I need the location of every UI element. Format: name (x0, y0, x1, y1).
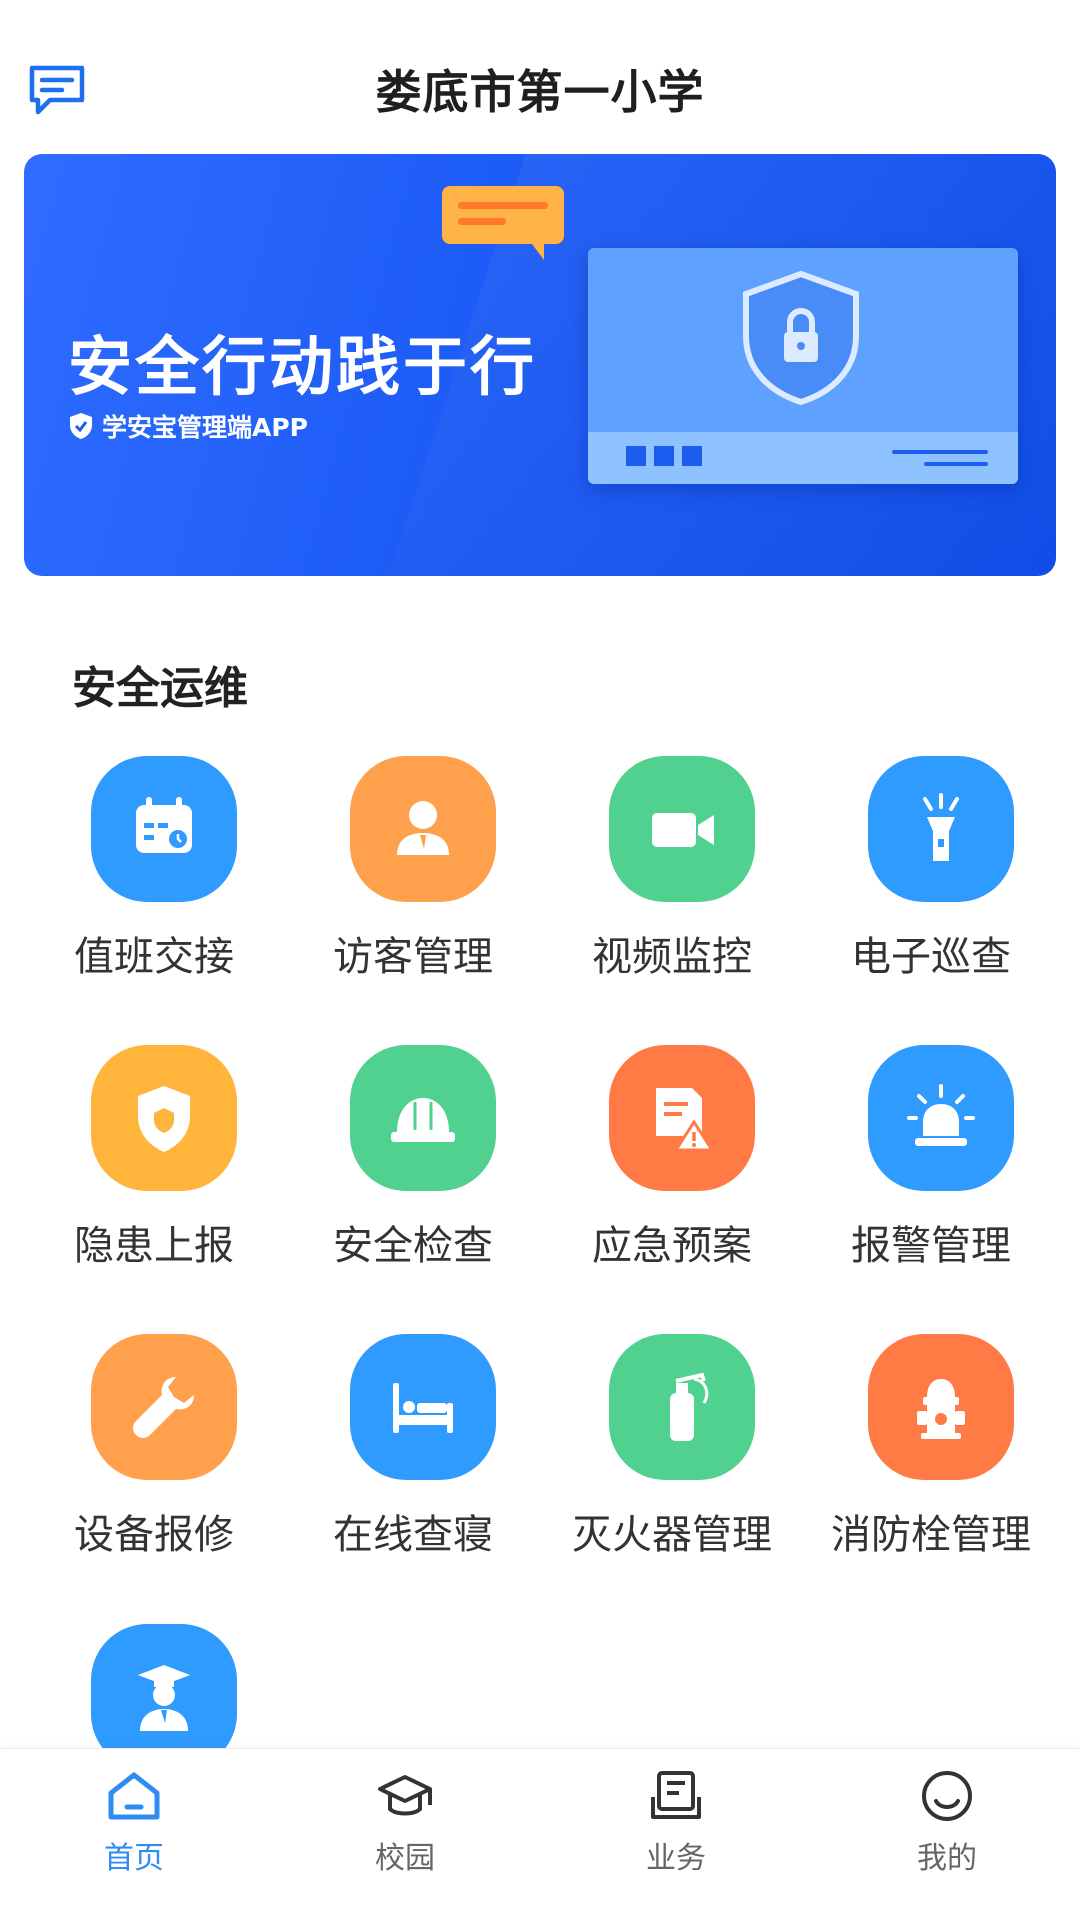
grid-item-label: 消防栓管理 (831, 1512, 1031, 1558)
grid-item-label: 应急预案 (592, 1223, 752, 1269)
fire-hydrant-icon (868, 1334, 1014, 1480)
bed-icon (350, 1334, 496, 1480)
grid-item-label: 值班交接 (74, 934, 234, 980)
grid-item-label: 设备报修 (74, 1512, 234, 1558)
grid-item-repair[interactable]: 设备报修 (24, 1334, 284, 1574)
lock-shield-icon (736, 268, 866, 408)
bottom-tab-bar: 首页 校园 业务 我的 (0, 1748, 1080, 1921)
helmet-icon (350, 1045, 496, 1191)
page-title: 娄底市第一小学 (375, 65, 705, 119)
grid-item-label: 在线查寝 (333, 1512, 493, 1558)
tab-label: 我的 (917, 1841, 977, 1876)
grid-item-safety-check[interactable]: 安全检查 (283, 1045, 543, 1285)
smile-icon (922, 1771, 972, 1821)
grid-item-hazard-report[interactable]: 隐患上报 (24, 1045, 284, 1285)
grid-item-label: 报警管理 (851, 1223, 1011, 1269)
video-camera-icon (609, 756, 755, 902)
promo-banner[interactable]: 安全行动践于行 学安宝管理端APP (24, 154, 1056, 576)
grid-item-alarm[interactable]: 报警管理 (801, 1045, 1061, 1285)
monitor-bar (588, 432, 1018, 484)
document-warning-icon (609, 1045, 755, 1191)
shield-icon (91, 1045, 237, 1191)
book-icon (651, 1771, 701, 1819)
fire-extinguisher-icon (609, 1334, 755, 1480)
grid-item-dorm-check[interactable]: 在线查寝 (283, 1334, 543, 1574)
tab-home[interactable]: 首页 (34, 1767, 234, 1877)
graduation-cap-icon (378, 1775, 432, 1816)
grid-item-label: 灭火器管理 (572, 1512, 772, 1558)
shield-icon (68, 411, 94, 441)
section-title: 安全运维 (72, 663, 248, 714)
banner-subtitle: 学安宝管理端APP (68, 408, 308, 444)
grid-item-visitor[interactable]: 访客管理 (283, 756, 543, 996)
grid-item-emergency-plan[interactable]: 应急预案 (542, 1045, 802, 1285)
grid-item-label: 安全检查 (333, 1223, 493, 1269)
header: 娄底市第一小学 (0, 0, 1080, 150)
tab-campus[interactable]: 校园 (305, 1767, 505, 1877)
home-icon (108, 1772, 160, 1820)
grid-item-duty-handover[interactable]: 值班交接 (24, 756, 284, 996)
chat-bubble-icon (440, 184, 566, 264)
banner-subtitle-text: 学安宝管理端APP (102, 413, 308, 442)
grid-item-hydrant[interactable]: 消防栓管理 (801, 1334, 1061, 1574)
grid-item-extinguisher[interactable]: 灭火器管理 (542, 1334, 802, 1574)
flashlight-icon (868, 756, 1014, 902)
grid-item-label: 视频监控 (592, 934, 752, 980)
grid-item-label: 隐患上报 (74, 1223, 234, 1269)
grid-item-patrol[interactable]: 电子巡查 (801, 756, 1061, 996)
banner-headline: 安全行动践于行 (68, 331, 537, 405)
tab-label: 校园 (375, 1841, 435, 1876)
visitor-icon (350, 756, 496, 902)
alarm-siren-icon (868, 1045, 1014, 1191)
grid-item-video[interactable]: 视频监控 (542, 756, 802, 996)
duty-calendar-icon (91, 756, 237, 902)
tab-label: 首页 (104, 1841, 164, 1876)
tab-mine[interactable]: 我的 (847, 1767, 1047, 1877)
grid-item-label: 电子巡查 (851, 934, 1011, 980)
tab-label: 业务 (646, 1841, 706, 1876)
wrench-icon (91, 1334, 237, 1480)
tab-business[interactable]: 业务 (576, 1767, 776, 1877)
monitor-illustration (588, 248, 1018, 484)
grid-item-label: 访客管理 (333, 934, 493, 980)
